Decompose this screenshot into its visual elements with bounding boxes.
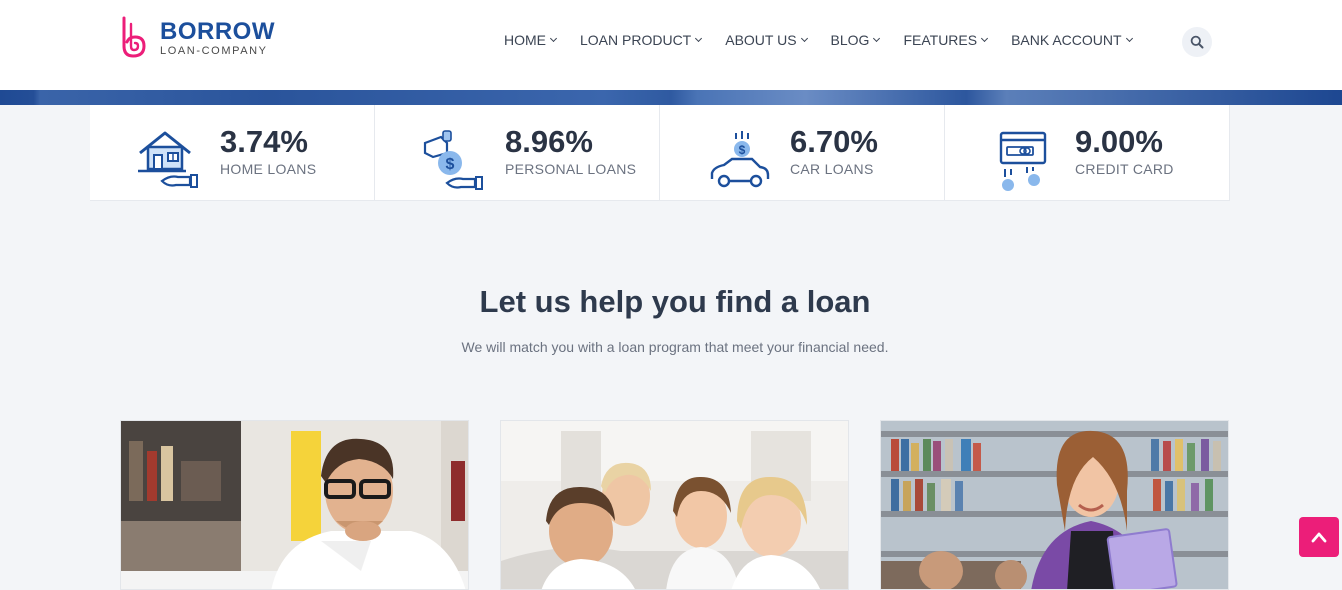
chevron-down-icon (873, 34, 881, 43)
family-image (501, 421, 848, 589)
chevron-down-icon (549, 34, 558, 43)
site-header: BORROW LOAN-COMPANY HOME LOAN PRODUCT AB… (0, 0, 1342, 90)
brand-name: BORROW (160, 18, 275, 45)
nav-item-home[interactable]: HOME (504, 31, 558, 49)
nav-item-label: ABOUT US (725, 32, 797, 48)
nav-item-blog[interactable]: BLOG (830, 31, 881, 49)
nav-item-about-us[interactable]: ABOUT US (725, 31, 808, 49)
svg-text:$: $ (739, 143, 746, 157)
nav-item-features[interactable]: FEATURES (903, 31, 989, 49)
search-button[interactable] (1182, 27, 1212, 57)
rates-bar: 3.74% HOME LOANS $ 8.96% PERSONAL LOANS … (90, 105, 1230, 201)
rate-item-car-loans: $ 6.70% CAR LOANS (660, 105, 945, 201)
rate-value: 8.96% (505, 124, 593, 159)
student-library-image (881, 421, 1228, 589)
loan-card-image[interactable] (880, 420, 1229, 590)
svg-text:$: $ (446, 156, 455, 173)
chevron-up-icon (1311, 532, 1327, 543)
chevron-down-icon (695, 34, 703, 43)
chevron-down-icon (1125, 34, 1133, 43)
rate-value: 3.74% (220, 124, 308, 159)
money-hand-icon: $ (423, 130, 483, 190)
rate-item-credit-card: 9.00% CREDIT CARD (945, 105, 1230, 201)
search-icon (1190, 35, 1204, 49)
nav-item-bank-account[interactable]: BANK ACCOUNT (1011, 31, 1133, 49)
brand-tagline: LOAN-COMPANY (160, 45, 268, 57)
loan-card-image[interactable] (120, 420, 469, 590)
main-nav: HOME LOAN PRODUCT ABOUT US BLOG FEATURES… (504, 31, 1156, 49)
chevron-down-icon (981, 34, 989, 43)
nav-item-label: LOAN PRODUCT (580, 32, 692, 48)
chevron-down-icon (800, 34, 808, 43)
rate-item-personal-loans: $ 8.96% PERSONAL LOANS (375, 105, 660, 201)
house-hand-icon (138, 131, 198, 188)
car-coin-icon: $ (710, 131, 770, 188)
rate-label: CREDIT CARD (1075, 161, 1174, 177)
rate-label: CAR LOANS (790, 161, 874, 177)
nav-item-label: HOME (504, 32, 546, 48)
nav-item-loan-product[interactable]: LOAN PRODUCT (580, 31, 703, 49)
rate-label: PERSONAL LOANS (505, 161, 637, 177)
man-at-desk-image (121, 421, 468, 589)
nav-item-label: FEATURES (903, 32, 978, 48)
loan-card-image[interactable] (500, 420, 849, 590)
credit-card-icon (999, 131, 1047, 191)
rate-item-home-loans: 3.74% HOME LOANS (90, 105, 375, 201)
brand-logo[interactable]: BORROW LOAN-COMPANY (120, 16, 275, 60)
section-title: Let us help you find a loan (479, 284, 871, 319)
back-to-top-button[interactable] (1299, 517, 1339, 557)
rate-value: 6.70% (790, 124, 878, 159)
nav-item-label: BLOG (830, 32, 870, 48)
hero-banner-strip (0, 90, 1342, 105)
nav-item-label: BANK ACCOUNT (1011, 32, 1122, 48)
rate-label: HOME LOANS (220, 161, 317, 177)
logo-mark-icon (122, 16, 146, 58)
rate-value: 9.00% (1075, 124, 1163, 159)
section-subtitle: We will match you with a loan program th… (461, 339, 889, 355)
